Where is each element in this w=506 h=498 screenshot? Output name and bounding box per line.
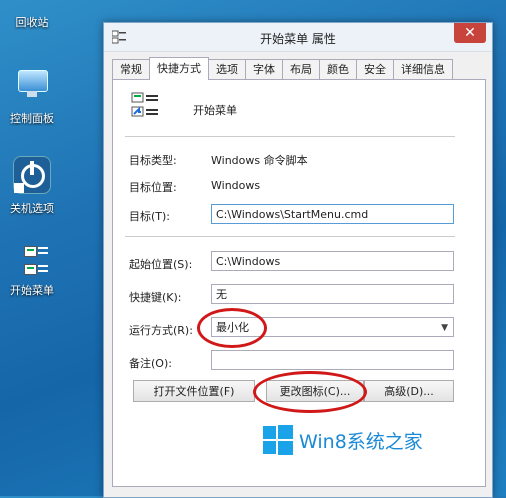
watermark-text: Win8系统之家 — [299, 430, 423, 453]
desktop-icon-label: 开始菜单 — [10, 284, 54, 297]
chevron-down-icon: ▼ — [441, 323, 448, 333]
run-label: 运行方式(R): — [129, 324, 193, 337]
start-in-input[interactable]: C:\Windows — [211, 251, 454, 271]
desktop-icon-label: 关机选项 — [10, 202, 54, 215]
desktop-icon-start-menu[interactable]: 开始菜单 — [2, 244, 62, 298]
divider — [125, 236, 455, 237]
desktop-icon-label: 回收站 — [15, 16, 49, 29]
tab-general[interactable]: 常规 — [112, 59, 150, 80]
start-menu-shortcut-icon — [14, 244, 50, 280]
target-location-label: 目标位置: — [129, 181, 177, 194]
target-location-value: Windows — [211, 179, 261, 192]
tab-details[interactable]: 详细信息 — [393, 59, 453, 80]
close-icon: ✕ — [464, 25, 476, 41]
desktop-icon-label: 控制面板 — [10, 112, 54, 125]
tab-shortcut[interactable]: 快捷方式 — [149, 57, 209, 80]
target-input[interactable]: C:\Windows\StartMenu.cmd — [211, 204, 454, 224]
run-select[interactable]: 最小化 ▼ — [211, 317, 454, 337]
divider — [125, 136, 455, 137]
power-icon — [13, 156, 51, 194]
start-menu-shortcut-icon — [131, 92, 163, 122]
comment-input[interactable] — [211, 350, 454, 370]
desktop-icon-control-panel[interactable]: 控制面板 — [2, 70, 62, 126]
hotkey-label: 快捷键(K): — [129, 291, 182, 304]
target-type-value: Windows 命令脚本 — [211, 154, 308, 167]
shortcut-name: 开始菜单 — [193, 104, 237, 117]
advanced-button[interactable]: 高级(D)... — [364, 380, 454, 402]
title-bar[interactable]: 开始菜单 属性 ✕ — [104, 23, 492, 52]
open-file-location-button[interactable]: 打开文件位置(F) — [133, 380, 255, 402]
target-label: 目标(T): — [129, 210, 171, 223]
tab-options[interactable]: 选项 — [208, 59, 246, 80]
tab-layout[interactable]: 布局 — [282, 59, 320, 80]
target-type-label: 目标类型: — [129, 154, 177, 167]
windows-logo-icon — [263, 425, 293, 455]
tab-font[interactable]: 字体 — [245, 59, 283, 80]
change-icon-button[interactable]: 更改图标(C)... — [266, 380, 364, 402]
run-select-value: 最小化 — [216, 321, 249, 334]
dialog-title: 开始菜单 属性 — [260, 32, 336, 46]
tab-strip: 常规 快捷方式 选项 字体 布局 颜色 安全 详细信息 — [112, 57, 453, 80]
hotkey-input[interactable]: 无 — [211, 284, 454, 304]
tab-colors[interactable]: 颜色 — [319, 59, 357, 80]
comment-label: 备注(O): — [129, 357, 172, 370]
desktop-icon-shutdown[interactable]: 关机选项 — [2, 156, 62, 216]
close-button[interactable]: ✕ — [454, 23, 486, 43]
tab-security[interactable]: 安全 — [356, 59, 394, 80]
desktop-icon-recycle-bin[interactable]: 回收站 — [2, 0, 62, 30]
start-in-label: 起始位置(S): — [129, 258, 193, 271]
watermark: Win8系统之家 — [263, 425, 423, 455]
control-panel-icon — [15, 70, 49, 100]
